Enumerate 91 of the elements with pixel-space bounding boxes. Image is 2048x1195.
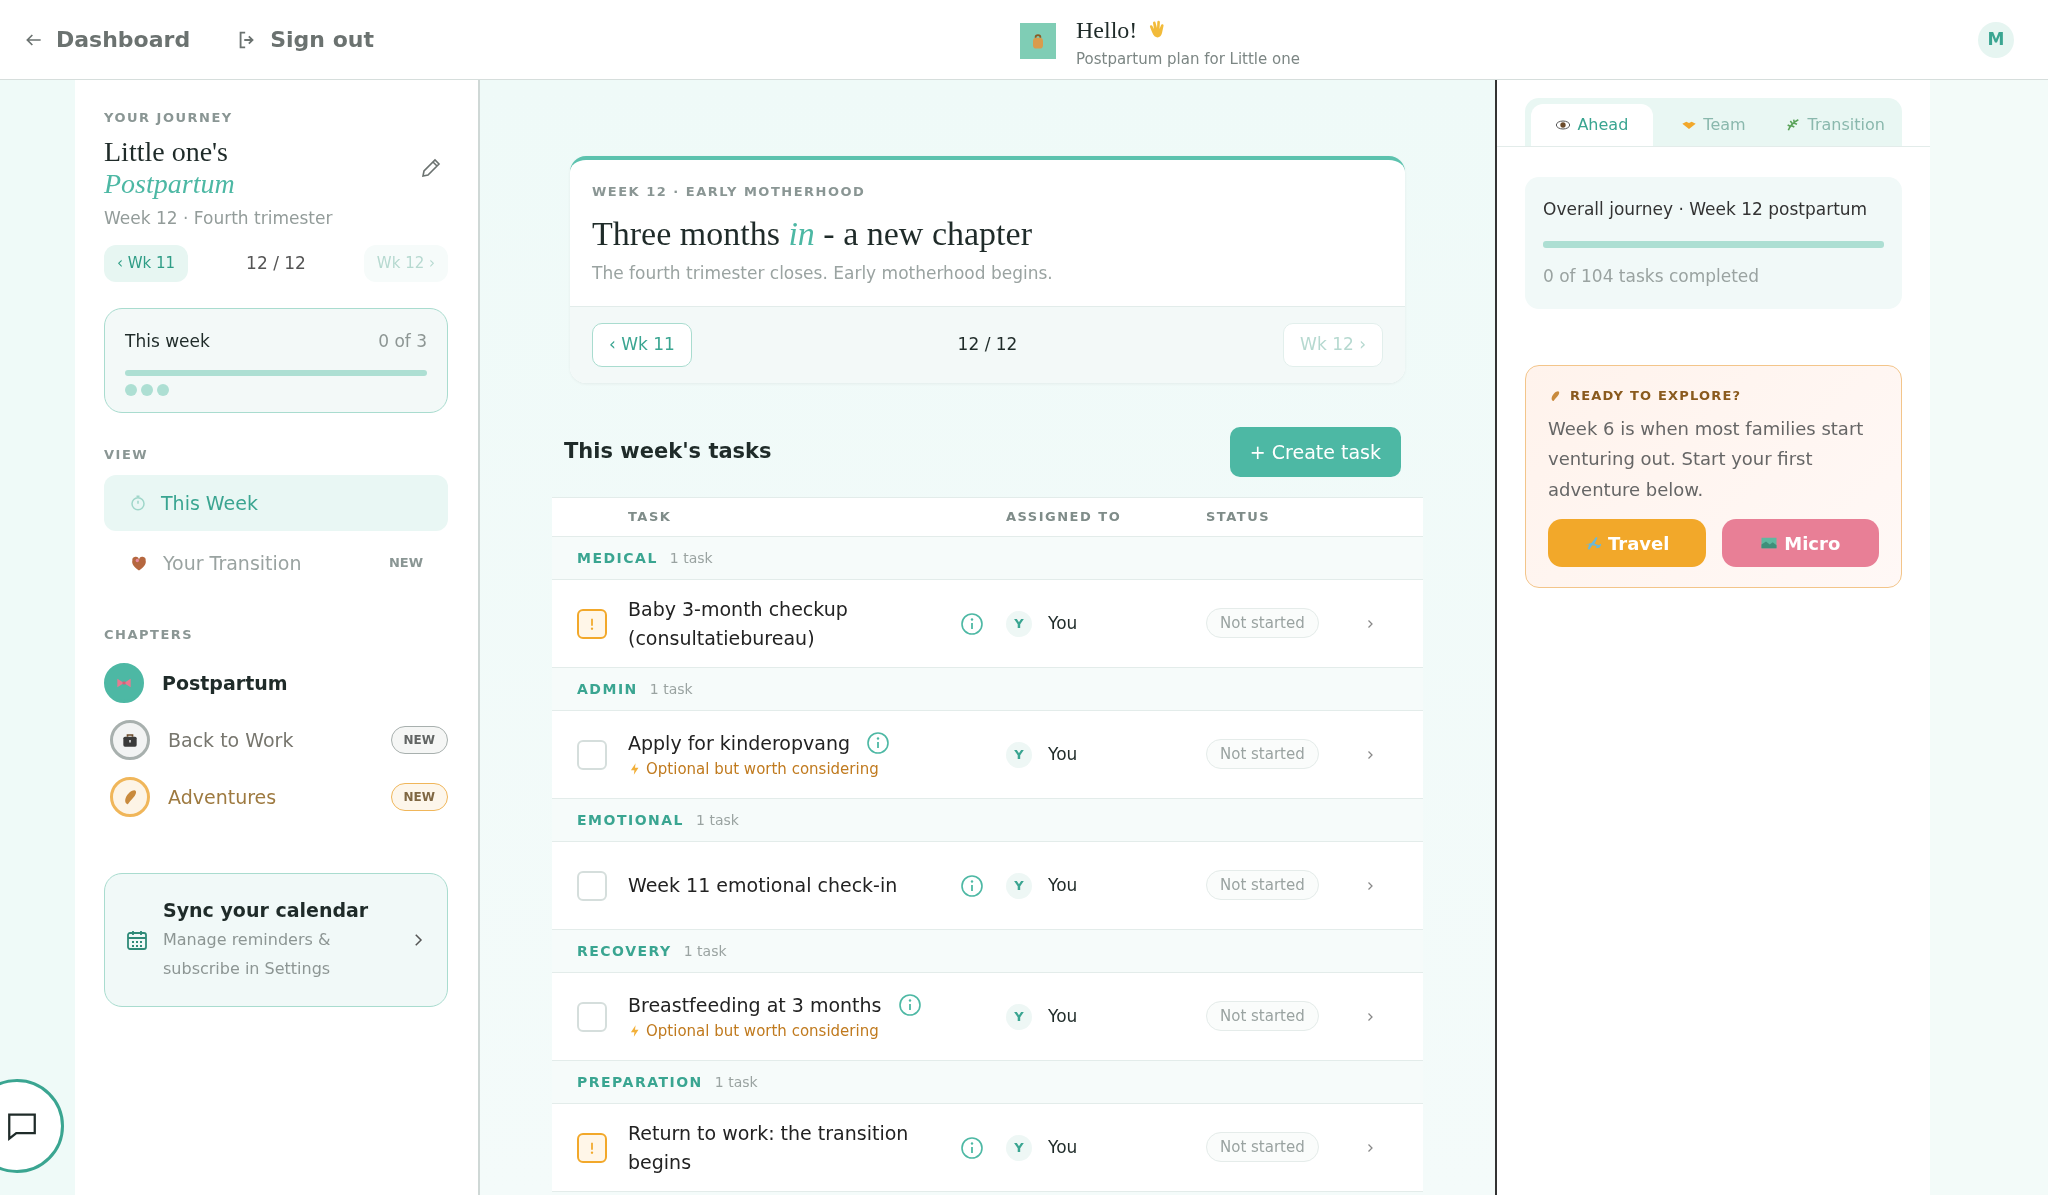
journey-title-accent: Postpartum <box>104 167 235 200</box>
column-header: STATUS <box>1206 508 1272 527</box>
category-label: MEDICAL <box>577 548 658 568</box>
panel-tab[interactable]: Ahead <box>1531 104 1653 146</box>
assignee-name: You <box>1048 742 1078 766</box>
chapter-label: Adventures <box>168 784 278 810</box>
category-count: 1 task <box>714 1072 758 1092</box>
category-count: 1 task <box>696 810 739 830</box>
assignee-avatar: Y <box>1006 1003 1032 1030</box>
journey-title: Little one's <box>104 135 230 168</box>
sign-out-link[interactable]: Sign out <box>228 23 382 56</box>
assignee-avatar: Y <box>1006 872 1032 899</box>
user-avatar[interactable]: M <box>1978 22 2014 58</box>
section-label: YOUR JOURNEY <box>104 109 234 127</box>
category-label: RECOVERY <box>577 941 672 961</box>
task-checkbox[interactable] <box>577 1001 607 1032</box>
column-header: TASK <box>628 508 673 527</box>
chapter-label: Back to Work <box>168 727 295 753</box>
task-title[interactable]: Apply for kinderopvang <box>628 729 850 758</box>
assignee-avatar: Y <box>1006 610 1032 637</box>
task-checkbox[interactable] <box>577 739 607 770</box>
new-label: NEW <box>388 554 423 573</box>
tasks-heading: This week's tasks <box>564 438 772 465</box>
adventure-button[interactable]: Micro <box>1721 519 1879 568</box>
task-title[interactable]: Baby 3-month checkup (consultatiebureau) <box>628 595 960 652</box>
category-count: 1 task <box>649 679 693 699</box>
assignee-name: You <box>1048 873 1078 897</box>
hero-subtitle: The fourth trimester closes. Early motherhood begins. <box>592 261 1054 285</box>
new-badge: NEW <box>390 782 448 811</box>
category-label: EMOTIONAL <box>577 810 685 830</box>
calendar-sync-card[interactable]: Sync your calendar Manage reminders & subscribe in Settings <box>104 873 448 1008</box>
chapter-item[interactable]: Adventures NEW <box>104 768 448 826</box>
category-count: 1 task <box>683 941 727 961</box>
status-badge: Not started <box>1206 870 1319 901</box>
assignee-avatar: Y <box>1006 741 1032 768</box>
status-badge: Not started <box>1206 608 1319 639</box>
task-note: Optional but worth considering <box>646 758 879 780</box>
info-icon[interactable] <box>866 731 890 756</box>
previous-week-button[interactable]: ‹ Wk 11 <box>592 323 692 367</box>
assignee-avatar: Y <box>1006 1134 1032 1161</box>
hero-title: Three months in - a new chapter <box>592 213 1033 254</box>
task-title[interactable]: Week 11 emotional check-in <box>628 871 960 900</box>
new-badge: NEW <box>390 725 448 754</box>
panel-tab[interactable]: Transition <box>1774 104 1896 146</box>
status-badge: Not started <box>1206 739 1319 770</box>
adventure-button[interactable]: Travel <box>1548 519 1706 568</box>
info-icon[interactable] <box>897 993 922 1018</box>
week-eyebrow: WEEK 12 · EARLY MOTHERHOOD <box>592 183 867 201</box>
journey-title: Overall journey · Week 12 postpartum <box>1543 198 1869 221</box>
task-checkbox[interactable] <box>577 870 607 901</box>
week-counter: 12 / 12 <box>957 333 1018 356</box>
status-badge: Not started <box>1206 1132 1319 1163</box>
info-icon[interactable] <box>960 611 984 636</box>
assignee-name: You <box>1048 1135 1078 1159</box>
chapter-label: Postpartum <box>162 670 289 696</box>
week-counter: 12 / 12 <box>246 251 306 275</box>
category-label: ADMIN <box>577 679 638 699</box>
plan-subtitle: Postpartum plan for Little one <box>1076 49 1300 70</box>
stopwatch-icon <box>129 493 147 512</box>
explore-heading: READY TO EXPLORE? <box>1570 387 1742 405</box>
explore-text: Week 6 is when most families start venturing out. Start your first adventure below. <box>1548 416 1865 502</box>
section-label: CHAPTERS <box>104 625 195 644</box>
assignee-name: You <box>1048 1004 1078 1028</box>
journey-subtitle: Week 12 · Fourth trimester <box>104 206 334 230</box>
create-task-button[interactable]: + Create task <box>1229 426 1401 477</box>
view-item[interactable]: Your Transition NEW <box>104 534 448 591</box>
this-week-label: This week <box>125 329 210 353</box>
view-item[interactable]: This Week <box>104 474 448 531</box>
previous-week-button[interactable]: ‹ Wk 11 <box>104 245 189 282</box>
greeting: Hello! <box>1076 16 1138 45</box>
column-header: ASSIGNED TO <box>1006 508 1123 527</box>
info-icon[interactable] <box>960 1135 984 1160</box>
calendar-text: Manage reminders & subscribe in Settings <box>163 928 332 981</box>
status-badge: Not started <box>1206 1001 1319 1032</box>
task-count: 0 of 3 <box>378 329 427 353</box>
chapter-item[interactable]: Back to Work NEW <box>104 711 448 769</box>
category-count: 1 task <box>669 548 713 568</box>
info-icon[interactable] <box>960 873 984 898</box>
eye-icon <box>1555 117 1572 133</box>
task-note: Optional but worth considering <box>646 1020 879 1042</box>
section-label: VIEW <box>104 446 150 465</box>
assignee-name: You <box>1048 611 1078 635</box>
calendar-title: Sync your calendar <box>163 898 370 924</box>
chapter-item[interactable]: Postpartum <box>104 654 448 712</box>
panel-tab[interactable]: Team <box>1652 104 1775 146</box>
journey-count: 0 of 104 tasks completed <box>1543 264 1761 288</box>
task-title[interactable]: Breastfeeding at 3 months <box>628 991 882 1020</box>
back-link[interactable]: Dashboard <box>16 23 199 56</box>
task-title[interactable]: Return to work: the transition begins <box>628 1119 960 1176</box>
calendar-icon <box>125 928 149 953</box>
category-label: PREPARATION <box>577 1072 703 1092</box>
